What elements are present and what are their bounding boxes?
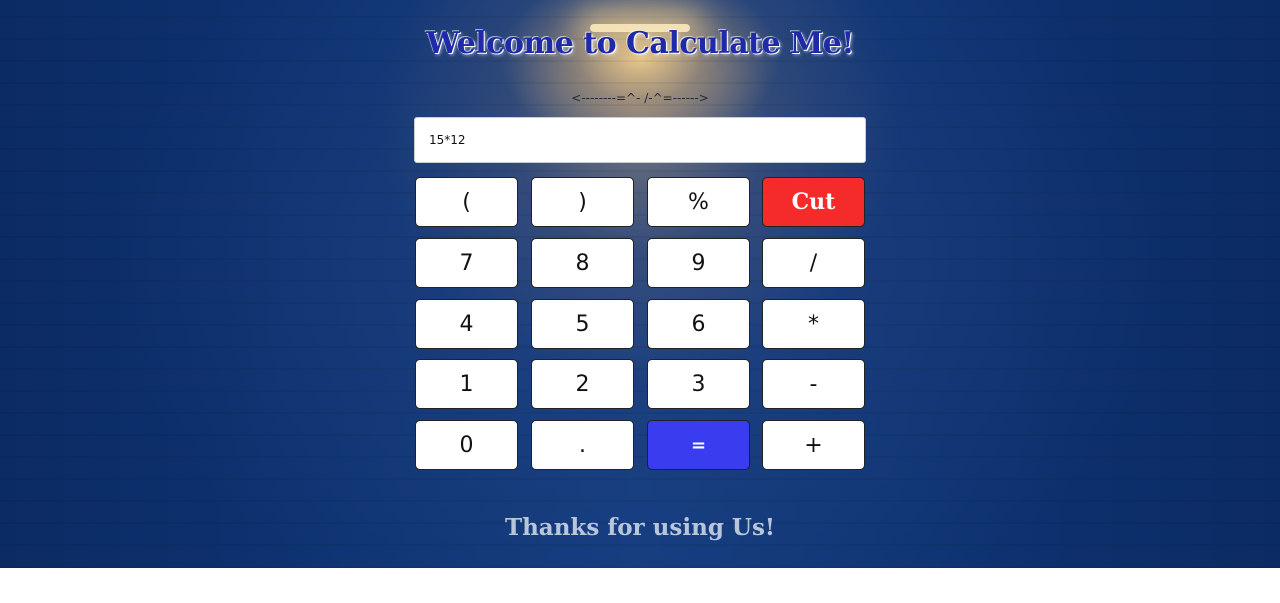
close-paren-button[interactable]: ) bbox=[531, 177, 634, 227]
digit-5-button[interactable]: 5 bbox=[531, 299, 634, 349]
calculator-keypad: ( ) % Cut 7 8 9 / 4 5 6 * 1 2 3 - 0 . = … bbox=[415, 177, 866, 471]
page-title: Welcome to Calculate Me! bbox=[425, 26, 855, 61]
decorative-divider: <--------=^- /-^=------> bbox=[571, 91, 709, 105]
footer-thanks-text: Thanks for using Us! bbox=[504, 514, 776, 541]
digit-4-button[interactable]: 4 bbox=[415, 299, 518, 349]
digit-9-button[interactable]: 9 bbox=[647, 238, 750, 288]
divide-button[interactable]: / bbox=[762, 238, 865, 288]
decimal-point-button[interactable]: . bbox=[531, 420, 634, 470]
percent-button[interactable]: % bbox=[647, 177, 750, 227]
digit-1-button[interactable]: 1 bbox=[415, 359, 518, 409]
digit-2-button[interactable]: 2 bbox=[531, 359, 634, 409]
equals-button[interactable]: = bbox=[647, 420, 750, 470]
multiply-button[interactable]: * bbox=[762, 299, 865, 349]
subtract-button[interactable]: - bbox=[762, 359, 865, 409]
digit-3-button[interactable]: 3 bbox=[647, 359, 750, 409]
digit-6-button[interactable]: 6 bbox=[647, 299, 750, 349]
calculator-page-background: Welcome to Calculate Me! <--------=^- /-… bbox=[0, 0, 1280, 568]
digit-0-button[interactable]: 0 bbox=[415, 420, 518, 470]
cut-button[interactable]: Cut bbox=[762, 177, 865, 227]
open-paren-button[interactable]: ( bbox=[415, 177, 518, 227]
digit-8-button[interactable]: 8 bbox=[531, 238, 634, 288]
add-button[interactable]: + bbox=[762, 420, 865, 470]
digit-7-button[interactable]: 7 bbox=[415, 238, 518, 288]
calculator-display-input[interactable] bbox=[414, 117, 866, 163]
